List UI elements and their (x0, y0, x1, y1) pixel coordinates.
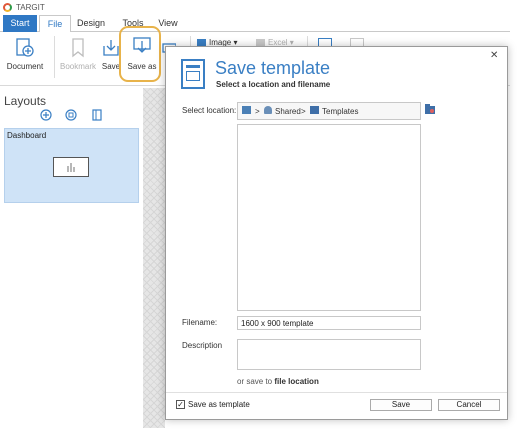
save-to-file-location: or save to file location (237, 377, 319, 386)
save-as-highlight (119, 26, 161, 82)
filename-input[interactable] (237, 316, 421, 330)
or-save-to-text: or save to (237, 377, 273, 386)
bookmark-label: Bookmark (59, 62, 96, 71)
description-input[interactable] (237, 339, 421, 370)
dialog-footer-divider (166, 392, 507, 393)
save-as-template-label[interactable]: Save as template (188, 400, 250, 409)
document-button[interactable]: Document (4, 32, 46, 82)
description-label: Description (182, 341, 223, 350)
bookmark-icon (72, 38, 84, 58)
select-location-label: Select location: (182, 106, 237, 115)
dialog-title: Save template (215, 58, 331, 78)
location-breadcrumb[interactable]: > Shared > Templates (237, 102, 421, 120)
close-icon[interactable]: ✕ (490, 50, 498, 61)
dashboard-thumbnail (53, 157, 89, 177)
app-logo-icon (3, 3, 12, 12)
template-list[interactable] (237, 124, 421, 311)
document-label: Document (6, 62, 44, 71)
bar-chart-icon (67, 163, 75, 172)
app-title: TARGIT (16, 3, 45, 12)
tab-file[interactable]: File (39, 15, 71, 33)
canvas-background (143, 88, 165, 428)
new-document-icon (16, 38, 34, 57)
filename-label: Filename: (182, 318, 218, 327)
ribbon-tab-bar: Start File Design Tools View (0, 15, 510, 33)
layouts-title: Layouts (4, 94, 47, 108)
tab-start[interactable]: Start (3, 15, 37, 32)
layout-settings-icon[interactable] (92, 109, 102, 123)
save-button[interactable]: Save (370, 399, 432, 411)
bookmark-button[interactable]: Bookmark (58, 32, 98, 82)
folder-icon (310, 106, 319, 116)
save-as-template-checkbox[interactable]: ✓ (176, 400, 185, 409)
template-icon (181, 59, 205, 89)
tab-design[interactable]: Design (76, 15, 106, 32)
shared-folder-icon (264, 106, 272, 116)
breadcrumb-separator: > (255, 107, 260, 116)
file-location-link[interactable]: file location (274, 377, 318, 386)
dialog-subtitle: Select a location and filename (216, 80, 331, 89)
breadcrumb-separator: > (301, 107, 306, 116)
save-icon (103, 40, 119, 56)
add-layout-icon[interactable] (40, 109, 52, 123)
duplicate-layout-icon[interactable] (65, 109, 77, 123)
tab-view[interactable]: View (157, 15, 179, 32)
computer-icon (242, 106, 251, 116)
dashboard-label: Dashboard (7, 131, 47, 140)
cancel-button[interactable]: Cancel (438, 399, 500, 411)
breadcrumb-shared[interactable]: Shared (275, 107, 301, 116)
breadcrumb-templates[interactable]: Templates (322, 107, 358, 116)
title-bar (0, 0, 510, 15)
browse-folder-icon[interactable] (424, 103, 436, 117)
